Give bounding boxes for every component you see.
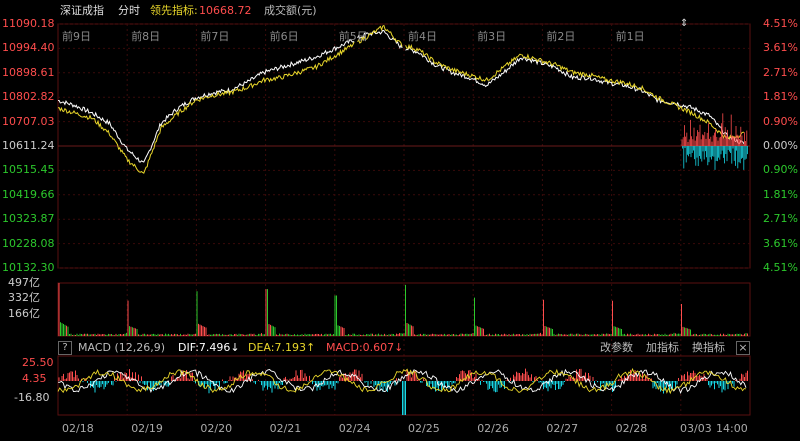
day-label: 前4日	[408, 30, 437, 43]
percent-tick: 0.00%	[763, 139, 798, 152]
day-label: 前8日	[131, 30, 161, 43]
date-tick: 03/03	[680, 422, 712, 435]
price-tick: 10228.08	[2, 236, 55, 250]
percent-tick: 4.51%	[763, 17, 798, 30]
price-tick: 11090.18	[2, 17, 55, 30]
date-tick: 14:00	[716, 422, 748, 435]
macd-toolbar: ? MACD (12,26,9) DIF:7.496↓ DEA:7.193↑ M…	[58, 340, 750, 356]
volume-tick: 497亿	[8, 276, 40, 289]
leader-line	[57, 24, 745, 174]
date-tick: 02/28	[615, 422, 648, 435]
date-tick: 02/19	[131, 422, 163, 435]
day-label: 前1日	[615, 30, 645, 43]
price-tick: 10994.40	[2, 41, 55, 55]
change-params-button[interactable]: 改参数	[600, 340, 633, 356]
percent-tick: 4.51%	[763, 261, 798, 274]
macd-tick: 25.50	[22, 356, 54, 369]
price-tick: 10611.24	[2, 139, 55, 152]
macd-tick: 4.35	[22, 372, 47, 385]
volume-tick: 166亿	[8, 307, 40, 320]
price-tick: 10802.82	[2, 90, 55, 104]
price-tick: 10515.45	[2, 163, 55, 177]
date-tick: 02/24	[338, 422, 371, 435]
percent-tick: 3.61%	[763, 41, 798, 55]
price-tick: 10898.61	[2, 65, 55, 79]
close-icon[interactable]: ×	[736, 341, 750, 355]
percent-tick: 2.71%	[763, 65, 798, 79]
macd-value: MACD:0.607↓	[326, 341, 404, 354]
help-button[interactable]: ?	[58, 341, 72, 355]
volume-tick: 332亿	[8, 291, 40, 304]
day-label: 前7日	[200, 30, 230, 43]
macd-tick: -16.80	[14, 391, 50, 404]
percent-tick: 0.90%	[763, 163, 798, 177]
switch-indicator-button[interactable]: 换指标	[692, 340, 725, 356]
day-label: 前5日	[338, 30, 368, 43]
day-label: 前6日	[269, 30, 299, 43]
percent-tick: 0.90%	[763, 114, 798, 128]
date-tick: 02/27	[546, 422, 579, 435]
add-indicator-button[interactable]: 加指标	[646, 340, 679, 356]
dea-value: DEA:7.193↑	[248, 341, 316, 354]
price-tick: 10707.03	[2, 114, 55, 128]
price-tick: 10132.30	[2, 261, 55, 274]
day-label: 前3日	[477, 30, 507, 43]
percent-tick: 1.81%	[763, 187, 798, 201]
percent-tick: 3.61%	[763, 236, 798, 250]
cursor-icon: ⇕	[680, 18, 688, 29]
date-tick: 02/25	[408, 422, 440, 435]
dif-value: DIF:7.496↓	[178, 341, 240, 354]
date-tick: 02/18	[62, 422, 94, 435]
price-tick: 10323.87	[2, 212, 55, 226]
date-tick: 02/21	[269, 422, 302, 435]
date-tick: 02/20	[200, 422, 233, 435]
intraday-chart: ⇕	[57, 18, 751, 416]
price-line	[58, 29, 745, 163]
date-tick: 02/26	[477, 422, 509, 435]
macd-name: MACD (12,26,9)	[78, 341, 166, 354]
day-label: 前2日	[546, 30, 576, 43]
price-tick: 10419.66	[2, 187, 55, 201]
percent-tick: 2.71%	[763, 212, 798, 226]
percent-tick: 1.81%	[763, 90, 798, 104]
day-label: 前9日	[62, 30, 91, 43]
